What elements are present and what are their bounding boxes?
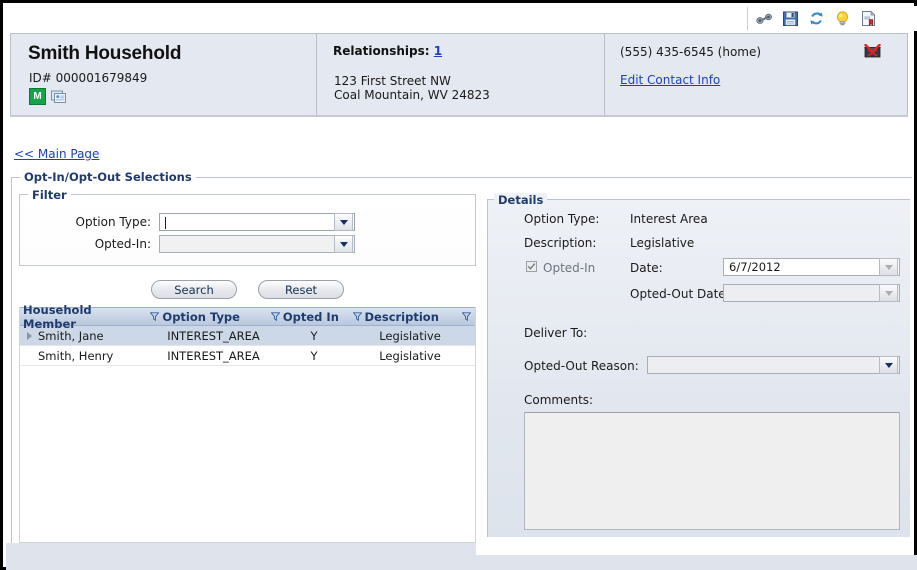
option-type-filter-combo[interactable]: [159, 213, 355, 231]
opted-in-checkbox[interactable]: [526, 261, 537, 272]
cell-description: Legislative: [379, 328, 441, 343]
table-row[interactable]: Smith, Henry INTEREST_AREA Y Legislative: [20, 346, 475, 366]
binoculars-icon[interactable]: [756, 10, 773, 27]
cell-description: Legislative: [379, 348, 441, 363]
opted-in-filter-row: Opted-In:: [55, 235, 355, 253]
do-not-mail-icon[interactable]: [864, 44, 881, 58]
grid-header-trailing-filter[interactable]: [459, 312, 475, 321]
header-badges: M: [29, 88, 66, 105]
report-icon[interactable]: [860, 10, 877, 27]
window-bottom-strip: [6, 555, 917, 570]
contact-card-icon[interactable]: [51, 89, 66, 104]
option-type-dropdown-arrow[interactable]: [334, 213, 353, 231]
details-deliver-to-label: Deliver To:: [524, 326, 588, 340]
filter-funnel-icon[interactable]: [150, 312, 160, 321]
details-option-type-label: Option Type:: [524, 212, 600, 226]
grid-header-opted-in[interactable]: Opted In: [268, 310, 350, 324]
grid-header-household-member[interactable]: Household Member: [20, 303, 147, 331]
filter-button-row: Search Reset: [151, 280, 344, 299]
grid-header-label: Household Member: [23, 302, 92, 331]
opted-in-dropdown-arrow[interactable]: [334, 235, 353, 253]
cell-household-member: Smith, Henry: [38, 348, 114, 363]
option-type-filter-row: Option Type:: [55, 213, 355, 231]
main-page-link[interactable]: << Main Page: [14, 147, 99, 161]
details-opted-out-reason-combo[interactable]: [647, 356, 900, 374]
text-caret: [165, 217, 166, 229]
row-selector-indicator: [20, 331, 38, 340]
grid-header-label: Opted In: [282, 309, 339, 324]
lightbulb-icon[interactable]: [834, 10, 851, 27]
save-icon[interactable]: [782, 10, 799, 27]
opted-in-filter-combo[interactable]: [159, 235, 355, 253]
opted-in-filter-label: Opted-In:: [94, 237, 151, 251]
details-date-label: Date:: [630, 261, 663, 275]
header-relationships-column: Relationships: 1 123 First Street NW Coa…: [317, 34, 605, 115]
details-date-value: 6/7/2012: [729, 260, 781, 274]
address-line-2: Coal Mountain, WV 24823: [334, 88, 490, 102]
address-line-1: 123 First Street NW: [334, 74, 451, 88]
member-badge[interactable]: M: [29, 88, 46, 105]
household-id: ID# 000001679849: [29, 71, 148, 85]
cell-opted-in: Y: [310, 328, 318, 343]
details-opted-out-date-combo[interactable]: [723, 284, 900, 302]
details-opted-out-date-label: Opted-Out Date:: [630, 287, 730, 301]
relationships-label: Relationships:: [333, 44, 430, 58]
option-type-filter-label: Option Type:: [75, 215, 151, 229]
household-header-card: Smith Household ID# 000001679849 M Relat…: [10, 33, 908, 117]
comments-textarea[interactable]: [524, 412, 900, 530]
page-title: Smith Household: [28, 43, 182, 64]
household-phone: (555) 435-6545 (home): [620, 45, 762, 59]
reset-button[interactable]: Reset: [258, 280, 344, 299]
details-comments-label: Comments:: [524, 393, 594, 407]
details-date-dropdown-arrow[interactable]: [879, 258, 898, 276]
relationships-count-link[interactable]: 1: [434, 44, 442, 58]
edit-contact-info-link[interactable]: Edit Contact Info: [620, 73, 720, 87]
relationships-line: Relationships: 1: [333, 44, 442, 58]
details-description-value: Legislative: [630, 236, 695, 250]
refresh-icon[interactable]: [808, 10, 825, 27]
grid-header-label: Option Type: [162, 309, 240, 324]
details-option-type-value: Interest Area: [630, 212, 708, 226]
panel-bottom-fill: [6, 543, 476, 555]
details-opted-out-reason-dropdown-arrow[interactable]: [879, 356, 898, 374]
cell-opted-in: Y: [310, 348, 318, 363]
opt-selections-grid: Household Member Option Type Opted In De…: [19, 303, 476, 543]
cell-option-type: INTEREST_AREA: [167, 348, 260, 363]
grid-header-option-type[interactable]: Option Type: [147, 310, 267, 324]
cell-option-type: INTEREST_AREA: [167, 328, 260, 343]
toolbar-icon-group: [747, 7, 877, 30]
filter-funnel-icon[interactable]: [352, 312, 362, 321]
search-button[interactable]: Search: [151, 280, 237, 299]
filter-funnel-icon[interactable]: [462, 312, 471, 321]
opted-in-checkbox-label: Opted-In: [543, 261, 596, 275]
grid-header-row: Household Member Option Type Opted In De…: [20, 303, 475, 331]
grid-header-description[interactable]: Description: [350, 310, 460, 324]
application-window: Smith Household ID# 000001679849 M Relat…: [0, 0, 917, 570]
filter-group-legend: Filter: [28, 188, 71, 202]
opt-selections-group-legend: Opt-In/Opt-Out Selections: [20, 170, 196, 184]
details-opted-out-reason-label: Opted-Out Reason:: [524, 359, 639, 373]
grid-header-label: Description: [364, 309, 439, 324]
cell-household-member: Smith, Jane: [38, 328, 104, 343]
details-description-label: Description:: [524, 236, 597, 250]
details-date-combo[interactable]: 6/7/2012: [723, 258, 900, 276]
details-group-legend: Details: [494, 193, 548, 207]
header-identity-column: Smith Household ID# 000001679849 M: [11, 34, 317, 115]
top-toolbar: [6, 6, 917, 31]
filter-funnel-icon[interactable]: [270, 312, 280, 321]
details-opted-out-date-dropdown-arrow[interactable]: [879, 284, 898, 302]
table-row[interactable]: Smith, Jane INTEREST_AREA Y Legislative: [20, 326, 475, 346]
household-address: 123 First Street NW Coal Mountain, WV 24…: [334, 74, 490, 102]
header-contact-column: (555) 435-6545 (home) Edit Contact Info: [605, 34, 907, 115]
